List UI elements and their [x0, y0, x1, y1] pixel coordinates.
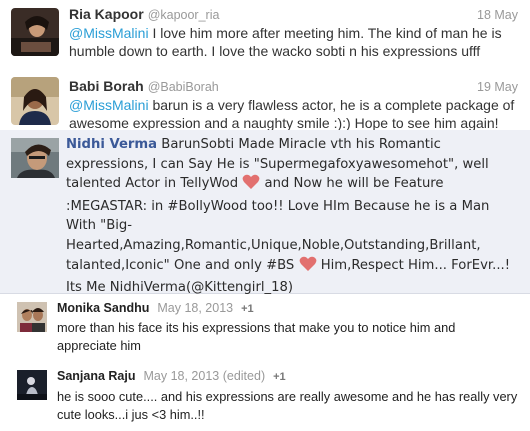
- avatar[interactable]: [17, 302, 47, 332]
- fb-comment-text: Nidhi Verma BarunSobti Made Miracle vth …: [66, 135, 520, 298]
- author-handle[interactable]: @kapoor_ria: [148, 8, 220, 22]
- author-name[interactable]: Ria Kapoor: [69, 6, 144, 22]
- comment-header: Sanjana Raju May 18, 2013 (edited) +1: [57, 369, 286, 383]
- comment-header: Monika Sandhu May 18, 2013 +1: [57, 301, 254, 315]
- tweet-babi-borah: Babi Borah @BabiBorah 19 May @MissMalini …: [0, 73, 530, 131]
- comment-text: he is sooo cute.... and his expressions …: [57, 389, 518, 422]
- author-handle[interactable]: @BabiBorah: [148, 80, 219, 94]
- comment-author[interactable]: Monika Sandhu: [57, 301, 149, 315]
- plus-one-button[interactable]: +1: [241, 303, 254, 315]
- avatar[interactable]: [11, 77, 59, 125]
- author-name[interactable]: Babi Borah: [69, 78, 144, 94]
- mention-link[interactable]: @MissMalini: [69, 97, 149, 113]
- tweet-date[interactable]: 19 May: [477, 80, 518, 94]
- heart-icon: [299, 256, 317, 279]
- comment-text: more than his face its his expressions t…: [57, 320, 456, 353]
- avatar[interactable]: [11, 8, 59, 56]
- comment-sanjana-raju: Sanjana Raju May 18, 2013 (edited) +1 he i…: [0, 360, 530, 431]
- fb-comment-nidhi-verma: Nidhi Verma BarunSobti Made Miracle vth …: [0, 130, 530, 295]
- tweet-ria-kapoor: Ria Kapoor @kapoor_ria 18 May @MissMalini…: [0, 0, 530, 74]
- comment-date[interactable]: May 18, 2013: [157, 301, 233, 315]
- tweet-text: @MissMalini barun is a very flawless act…: [69, 96, 522, 132]
- comment-author[interactable]: Nidhi Verma: [66, 137, 157, 152]
- plus-one-button[interactable]: +1: [273, 371, 286, 383]
- comment-monika-sandhu: Monika Sandhu May 18, 2013 +1 more than hi…: [0, 294, 530, 359]
- tweet-text: @MissMalini I love him more after meetin…: [69, 24, 522, 60]
- mention-link[interactable]: @MissMalini: [69, 25, 149, 41]
- avatar[interactable]: [11, 138, 59, 178]
- tweet-date[interactable]: 18 May: [477, 8, 518, 22]
- comment-author[interactable]: Sanjana Raju: [57, 369, 136, 383]
- tweet-author[interactable]: Ria Kapoor @kapoor_ria: [69, 6, 219, 22]
- comment-date[interactable]: May 18, 2013 (edited): [144, 369, 266, 383]
- tweet-author[interactable]: Babi Borah @BabiBorah: [69, 78, 219, 94]
- avatar[interactable]: [17, 370, 47, 400]
- heart-icon: [242, 174, 260, 197]
